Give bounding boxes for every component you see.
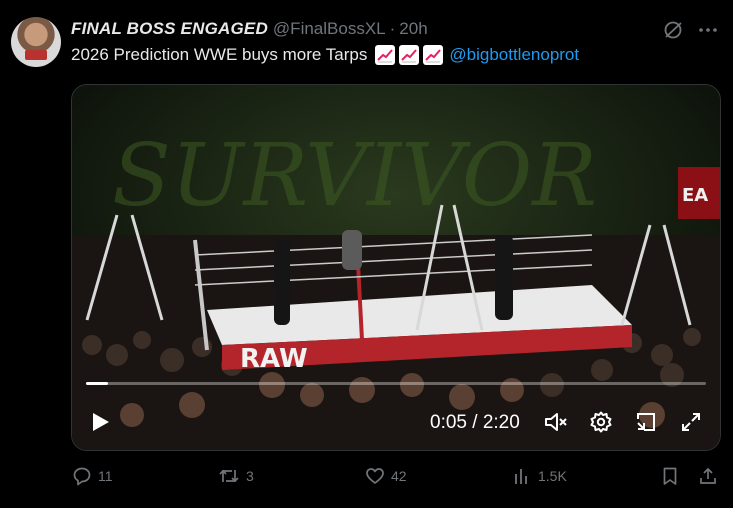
chart-increasing-icon [423, 45, 444, 65]
heart-icon [366, 468, 384, 484]
volume-muted-icon [545, 413, 567, 431]
expand-icon [682, 413, 700, 431]
tweet-time[interactable]: 20h [399, 19, 427, 39]
tweet-body: 2026 Prediction WWE buys more Tarps [71, 45, 368, 64]
picture-in-picture-button[interactable] [630, 406, 662, 438]
user-handle[interactable]: @FinalBossXL [273, 19, 386, 39]
play-icon [93, 413, 109, 431]
tweet-header: FINAL BOSS ENGAGED @FinalBossXL · 20h [71, 17, 428, 41]
repost-button[interactable]: 3 [218, 466, 254, 486]
svg-text:SURVIVOR: SURVIVOR [112, 126, 597, 226]
dock-icon [637, 413, 655, 431]
video-progress-fill [86, 382, 108, 385]
grok-icon[interactable] [662, 19, 684, 41]
gear-icon [590, 411, 612, 433]
svg-text:EA: EA [682, 185, 708, 206]
repost-icon [219, 469, 239, 483]
views-button[interactable]: 1.5K [512, 466, 567, 486]
video-progress-bar[interactable] [86, 382, 706, 385]
like-count: 42 [391, 468, 407, 484]
chart-increasing-icon [399, 45, 420, 65]
view-count: 1.5K [538, 468, 567, 484]
more-options-icon[interactable] [697, 19, 719, 41]
author-avatar[interactable] [11, 17, 61, 67]
tweet-text: 2026 Prediction WWE buys more Tarps @big… [71, 45, 579, 65]
play-button[interactable] [84, 406, 116, 438]
views-bar-chart-icon [515, 469, 527, 484]
fullscreen-button[interactable] [675, 406, 707, 438]
settings-button[interactable] [585, 406, 617, 438]
reply-icon [73, 467, 91, 486]
mention-link[interactable]: @bigbottlenoprot [449, 45, 579, 65]
share-icon [700, 467, 716, 484]
display-name[interactable]: FINAL BOSS ENGAGED [71, 19, 268, 39]
mute-button[interactable] [540, 406, 572, 438]
video-timecode: 0:05 / 2:20 [430, 412, 520, 433]
reply-button[interactable]: 11 [72, 466, 113, 486]
video-frame: SURVIVOR RAW EA [72, 85, 720, 450]
bookmark-button[interactable] [660, 466, 680, 486]
bookmark-icon [663, 467, 677, 485]
repost-count: 3 [246, 468, 254, 484]
chart-increasing-icon [375, 45, 396, 65]
svg-text:RAW: RAW [240, 344, 308, 374]
like-button[interactable]: 42 [365, 466, 407, 486]
share-button[interactable] [698, 466, 718, 486]
reply-count: 11 [98, 468, 113, 484]
tweet-actions: 11 3 42 1.5K [0, 466, 733, 490]
separator-dot: · [389, 19, 396, 38]
video-player[interactable]: SURVIVOR RAW EA 0:05 / 2:20 [71, 84, 721, 451]
